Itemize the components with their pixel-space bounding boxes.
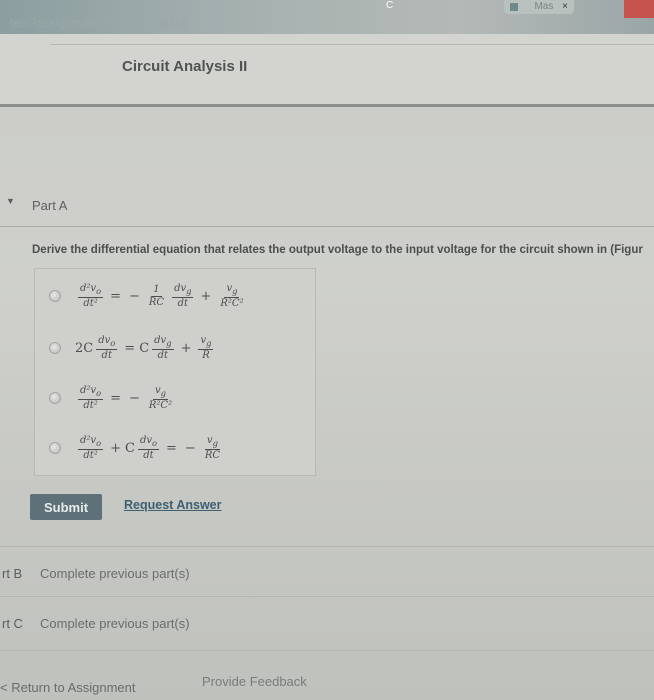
row-divider xyxy=(0,596,654,597)
tab-label: Mas xyxy=(534,1,554,12)
part-a-header[interactable]: ▼ Part A xyxy=(0,194,654,220)
answer-option-2[interactable]: 2C dvo dt = C dvg dt + vg R xyxy=(35,325,317,371)
part-divider xyxy=(0,226,654,227)
extension-badge[interactable]: C xyxy=(386,0,393,11)
radio-option-3[interactable] xyxy=(49,392,61,404)
part-c-code: rt C xyxy=(2,616,23,631)
page-title: Circuit Analysis II xyxy=(122,58,248,75)
row-divider xyxy=(0,650,654,651)
collapse-caret-icon[interactable]: ▼ xyxy=(6,196,15,206)
answer-option-4[interactable]: d²vo dt² + C dvo dt = − vg RC xyxy=(35,425,317,471)
answer-option-3[interactable]: d²vo dt² = − vg R²C² xyxy=(35,375,317,421)
part-b-status: Complete previous part(s) xyxy=(40,566,190,581)
part-a-title: Part A xyxy=(32,198,68,213)
header-divider xyxy=(50,44,654,45)
equation-3: d²vo dt² = − vg R²C² xyxy=(78,384,173,411)
radio-option-1[interactable] xyxy=(49,290,61,302)
url-text[interactable]: tem?assignmentProblemID=8256 xyxy=(10,16,188,30)
row-divider xyxy=(0,546,654,547)
window-control[interactable] xyxy=(624,0,654,18)
browser-tab[interactable]: Mas × xyxy=(504,0,574,14)
part-b-code: rt B xyxy=(2,566,23,581)
browser-bar: tem?assignmentProblemID=8256 C Mas × xyxy=(0,0,654,34)
question-text: Derive the differential equation that re… xyxy=(32,244,643,256)
radio-option-4[interactable] xyxy=(49,442,61,454)
radio-option-2[interactable] xyxy=(49,342,61,354)
course-header: Circuit Analysis II xyxy=(0,34,654,107)
part-c-row[interactable]: rt C Complete previous part(s) xyxy=(0,612,654,634)
close-icon[interactable]: × xyxy=(562,1,568,12)
submit-button[interactable]: Submit xyxy=(30,494,102,520)
part-b-row[interactable]: rt B Complete previous part(s) xyxy=(0,562,654,584)
tab-icon xyxy=(510,3,518,11)
return-to-assignment-link[interactable]: < Return to Assignment xyxy=(0,680,136,695)
equation-4: d²vo dt² + C dvo dt = − vg RC xyxy=(78,434,221,461)
request-answer-link[interactable]: Request Answer xyxy=(124,498,221,512)
part-c-status: Complete previous part(s) xyxy=(40,616,190,631)
equation-1: d²vo dt² = − 1 RC dvg dt + vg R²C² xyxy=(78,282,244,309)
answer-option-1[interactable]: d²vo dt² = − 1 RC dvg dt + vg R²C² xyxy=(35,273,317,319)
equation-2: 2C dvo dt = C dvg dt + vg R xyxy=(75,334,214,361)
provide-feedback-link[interactable]: Provide Feedback xyxy=(202,674,307,689)
answer-options: d²vo dt² = − 1 RC dvg dt + vg R²C² 2C dvo dt =… xyxy=(34,268,316,476)
